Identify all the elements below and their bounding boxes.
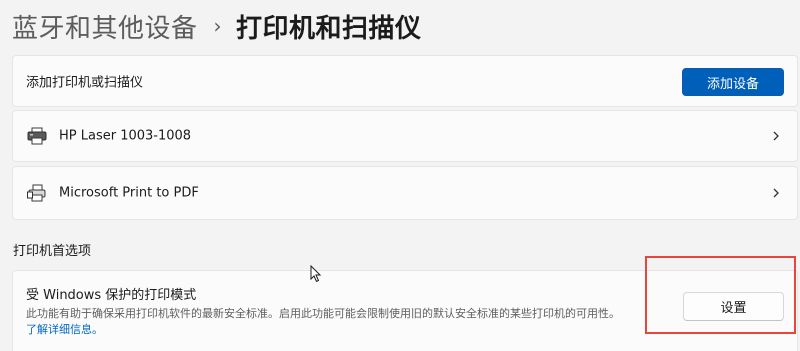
printer-name: Microsoft Print to PDF <box>59 185 199 201</box>
protected-print-mode-title: 受 Windows 保护的打印模式 <box>26 288 197 303</box>
breadcrumb-separator: › <box>213 14 223 38</box>
chevron-right-icon <box>773 188 779 198</box>
add-device-button[interactable]: 添加设备 <box>682 68 784 96</box>
printer-pdf-icon <box>27 184 46 202</box>
printer-item-hp-laser[interactable]: HP Laser 1003-1008 <box>12 110 798 162</box>
protected-print-mode-description: 此功能有助于确保采用打印机软件的最新安全标准。启用此功能可能会限制使用旧的默认安… <box>26 307 620 320</box>
page-title: 打印机和扫描仪 <box>236 13 422 44</box>
section-title-printer-preferences: 打印机首选项 <box>13 244 92 259</box>
mouse-cursor-icon <box>310 265 322 283</box>
breadcrumb-parent-link[interactable]: 蓝牙和其他设备 <box>12 8 198 45</box>
add-printer-label: 添加打印机或扫描仪 <box>26 75 144 91</box>
add-printer-card: 添加打印机或扫描仪 添加设备 <box>12 55 798 107</box>
printer-name: HP Laser 1003-1008 <box>59 128 192 144</box>
protected-print-mode-card: 受 Windows 保护的打印模式 此功能有助于确保采用打印机软件的最新安全标准… <box>12 270 798 351</box>
breadcrumb: 蓝牙和其他设备 › 打印机和扫描仪 <box>12 8 422 44</box>
learn-more-link[interactable]: 了解详细信息。 <box>26 321 103 337</box>
printer-item-microsoft-pdf[interactable]: Microsoft Print to PDF <box>12 166 798 220</box>
printer-icon <box>27 127 47 145</box>
settings-button[interactable]: 设置 <box>683 292 784 321</box>
chevron-right-icon <box>773 131 779 141</box>
